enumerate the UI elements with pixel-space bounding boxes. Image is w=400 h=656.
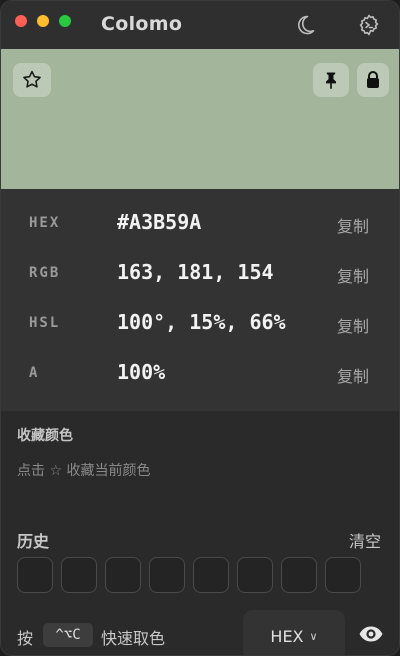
history-slot[interactable] xyxy=(325,557,361,593)
alpha-value[interactable]: 100% xyxy=(117,360,165,384)
lock-button[interactable] xyxy=(357,63,389,97)
shortcut-prefix: 按 xyxy=(17,629,34,648)
shortcut-suffix: 快速取色 xyxy=(101,629,166,648)
favorites-hint: 点击 ☆ 收藏当前颜色 xyxy=(17,463,151,479)
hex-label: HEX xyxy=(29,215,61,231)
format-select[interactable]: HEX ∨ xyxy=(243,610,345,655)
copy-hsl-button[interactable]: 复制 xyxy=(337,313,369,337)
favorites-title: 收藏颜色 xyxy=(17,428,73,444)
close-window-button[interactable] xyxy=(15,15,27,27)
alpha-label: A xyxy=(29,365,40,381)
history-slot[interactable] xyxy=(193,557,229,593)
color-values-panel: HEX #A3B59A 复制 RGB 163, 181, 154 复制 HSL … xyxy=(1,189,399,411)
hsl-row: HSL 100°, 15%, 66% 复制 xyxy=(1,300,399,350)
moon-icon[interactable] xyxy=(293,13,317,37)
star-icon xyxy=(23,70,41,88)
chevron-down-icon: ∨ xyxy=(309,629,318,643)
title-bar: Colomo xyxy=(1,1,399,49)
rgb-row: RGB 163, 181, 154 复制 xyxy=(1,250,399,300)
lower-panel: 收藏颜色 点击 ☆ 收藏当前颜色 历史 清空 按 ^⌥C 快速取色 HEX ∨ xyxy=(1,411,399,655)
history-slot[interactable] xyxy=(237,557,273,593)
history-slot[interactable] xyxy=(17,557,53,593)
hex-row: HEX #A3B59A 复制 xyxy=(1,200,399,250)
minimize-window-button[interactable] xyxy=(37,15,49,27)
hsl-value[interactable]: 100°, 15%, 66% xyxy=(117,310,286,334)
rgb-value[interactable]: 163, 181, 154 xyxy=(117,260,274,284)
history-slot[interactable] xyxy=(105,557,141,593)
format-selected: HEX xyxy=(270,626,304,646)
app-title: Colomo xyxy=(101,13,183,35)
alpha-row: A 100% 复制 xyxy=(1,350,399,400)
history-slot[interactable] xyxy=(149,557,185,593)
hsl-label: HSL xyxy=(29,315,61,331)
gear-icon[interactable] xyxy=(357,13,381,37)
history-slot[interactable] xyxy=(281,557,317,593)
rgb-label: RGB xyxy=(29,265,61,281)
history-title: 历史 xyxy=(17,532,50,551)
history-slot[interactable] xyxy=(61,557,97,593)
eye-icon[interactable] xyxy=(358,622,384,646)
copy-alpha-button[interactable]: 复制 xyxy=(337,363,369,387)
pin-icon xyxy=(326,72,336,90)
app-window: Colomo HEX #A3B59A 复制 RGB 163, 181, 154 … xyxy=(0,0,400,656)
shortcut-key: ^⌥C xyxy=(43,623,93,647)
pin-window-button[interactable] xyxy=(313,63,349,97)
copy-hex-button[interactable]: 复制 xyxy=(337,213,369,237)
lock-icon xyxy=(367,71,379,88)
copy-rgb-button[interactable]: 复制 xyxy=(337,263,369,287)
color-swatch[interactable] xyxy=(1,49,399,189)
favorite-button[interactable] xyxy=(13,63,51,97)
hex-value[interactable]: #A3B59A xyxy=(117,210,201,234)
maximize-window-button[interactable] xyxy=(59,15,71,27)
clear-history-button[interactable]: 清空 xyxy=(349,528,381,552)
